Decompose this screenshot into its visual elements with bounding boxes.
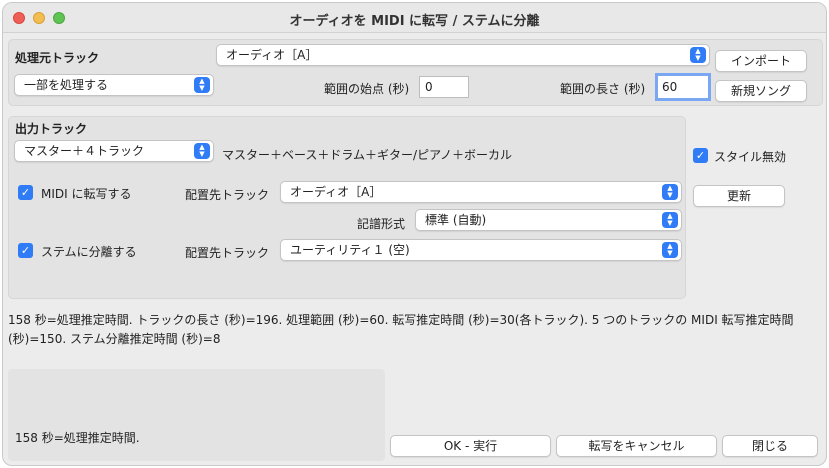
chevron-updown-icon: ▲ ▼	[194, 77, 210, 93]
stem-count-select[interactable]: マスター＋４トラック ▲ ▼	[14, 140, 214, 162]
import-button[interactable]: インポート	[715, 50, 807, 72]
source-track-heading: 処理元トラック	[15, 51, 100, 65]
stem-destination-label: 配置先トラック	[185, 246, 270, 260]
notation-select[interactable]: 標準 (自動) ▲ ▼	[415, 209, 682, 231]
range-start-input[interactable]: 0	[419, 76, 469, 98]
process-mode-select-value: 一部を処理する	[24, 78, 109, 92]
midi-destination-label: 配置先トラック	[185, 188, 270, 202]
window-title: オーディオを MIDI に転写 / ステムに分離	[289, 14, 540, 29]
chevron-updown-icon: ▲ ▼	[662, 184, 678, 200]
close-button[interactable]: 閉じる	[722, 435, 818, 457]
chevron-updown-icon: ▲ ▼	[194, 143, 210, 159]
stem-description: マスター＋ベース＋ドラム＋ギター/ピアノ＋ボーカル	[222, 148, 513, 162]
range-length-input[interactable]: 60	[655, 73, 711, 101]
dialog-window: オーディオを MIDI に転写 / ステムに分離 処理元トラック オーディオ［A…	[2, 2, 827, 466]
output-track-heading: 出力トラック	[15, 122, 88, 136]
update-button[interactable]: 更新	[693, 185, 785, 207]
status-panel: 158 秒=処理推定時間.	[8, 369, 385, 461]
stem-count-select-value: マスター＋４トラック	[24, 144, 145, 158]
range-length-label: 範囲の長さ (秒)	[560, 82, 646, 96]
status-text: 158 秒=処理推定時間.	[15, 431, 140, 445]
estimate-info-text: 158 秒=処理推定時間. トラックの長さ (秒)=196. 処理範囲 (秒)=…	[8, 313, 794, 346]
midi-destination-select-value: オーディオ［A］	[290, 185, 382, 199]
stem-destination-select-value: ユーティリティ１ (空)	[290, 243, 410, 257]
source-track-select-value: オーディオ［A］	[226, 48, 318, 62]
style-disable-checkbox[interactable]: ✓	[693, 148, 708, 163]
midi-transcribe-label: MIDI に転写する	[41, 187, 132, 201]
midi-destination-select[interactable]: オーディオ［A］ ▲ ▼	[280, 181, 682, 203]
ok-execute-button[interactable]: OK - 実行	[390, 435, 551, 457]
notation-select-value: 標準 (自動)	[425, 213, 487, 227]
process-mode-select[interactable]: 一部を処理する ▲ ▼	[14, 74, 214, 96]
new-song-button[interactable]: 新規ソング	[715, 80, 807, 102]
chevron-updown-icon: ▲ ▼	[662, 212, 678, 228]
title-bar: オーディオを MIDI に転写 / ステムに分離	[3, 3, 826, 33]
style-disable-label: スタイル無効	[714, 150, 787, 164]
chevron-updown-icon: ▲ ▼	[662, 242, 678, 258]
midi-transcribe-checkbox[interactable]: ✓	[18, 185, 33, 200]
stem-separate-checkbox[interactable]: ✓	[18, 243, 33, 258]
cancel-transcription-button[interactable]: 転写をキャンセル	[556, 435, 717, 457]
notation-label: 記譜形式	[357, 217, 406, 231]
range-start-label: 範囲の始点 (秒)	[324, 82, 410, 96]
chevron-updown-icon: ▲ ▼	[690, 47, 706, 63]
source-track-select[interactable]: オーディオ［A］ ▲ ▼	[216, 44, 710, 66]
stem-destination-select[interactable]: ユーティリティ１ (空) ▲ ▼	[280, 239, 682, 261]
stem-separate-label: ステムに分離する	[41, 245, 137, 259]
